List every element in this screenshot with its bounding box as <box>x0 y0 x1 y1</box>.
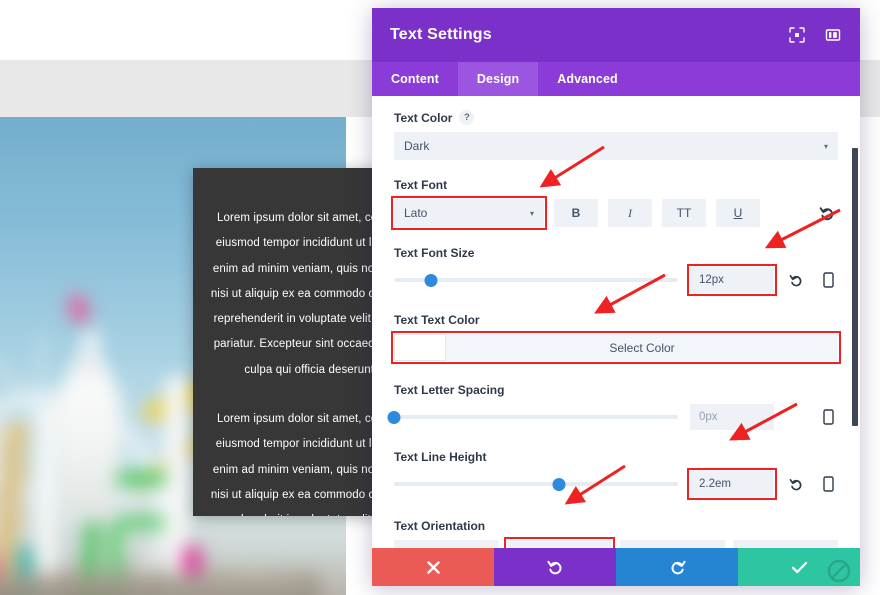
text-orientation-options <box>394 537 838 548</box>
text-text-color-label: Text Text Color <box>394 313 480 327</box>
text-text-color-picker[interactable]: Select Color <box>391 331 841 364</box>
text-font-size-input[interactable]: 12px <box>687 264 777 296</box>
align-right-icon[interactable] <box>620 540 725 548</box>
white-flag-icon <box>84 330 98 350</box>
text-settings-modal: Text Settings Content Design Advanced Te… <box>372 8 860 586</box>
undo-icon <box>546 560 561 574</box>
pink-flag-icon <box>67 293 90 323</box>
text-letter-spacing-slider[interactable] <box>387 410 678 424</box>
mobile-icon[interactable] <box>818 269 838 291</box>
text-color-select[interactable]: Dark ▾ <box>394 132 838 160</box>
reset-icon[interactable] <box>816 202 838 224</box>
field-text-letter-spacing: Text Letter Spacing 0px <box>387 383 838 430</box>
mobile-icon[interactable] <box>818 473 838 495</box>
redo-button[interactable] <box>616 548 738 586</box>
modal-header: Text Settings <box>372 8 860 62</box>
uppercase-button[interactable]: TT <box>662 199 706 227</box>
align-left-icon[interactable] <box>394 540 499 548</box>
modal-title: Text Settings <box>390 26 492 43</box>
cancel-button[interactable] <box>372 548 494 586</box>
text-letter-spacing-input[interactable]: 0px <box>690 404 774 430</box>
text-font-size-slider[interactable] <box>394 273 678 287</box>
text-line-height-slider[interactable] <box>394 477 678 491</box>
align-center-icon[interactable] <box>504 537 615 548</box>
select-color-button[interactable]: Select Color <box>446 334 838 361</box>
modal-header-icons <box>788 26 842 44</box>
check-icon <box>791 561 807 573</box>
reset-icon[interactable] <box>786 269 806 291</box>
text-font-select[interactable]: Lato ▾ <box>391 196 547 230</box>
slider-track <box>394 415 678 419</box>
modal-scrollbar[interactable] <box>852 148 858 426</box>
text-font-size-label: Text Font Size <box>394 246 475 260</box>
text-letter-spacing-label: Text Letter Spacing <box>394 383 505 397</box>
chevron-down-icon: ▾ <box>529 208 534 218</box>
field-text-line-height: Text Line Height 2.2em <box>394 450 838 500</box>
text-letter-spacing-controls: 0px <box>387 404 838 430</box>
italic-button[interactable]: I <box>608 199 652 227</box>
close-icon <box>426 560 440 574</box>
text-line-height-label: Text Line Height <box>394 450 487 464</box>
modal-tab-bar: Content Design Advanced <box>372 62 860 96</box>
underline-button[interactable]: U <box>716 199 760 227</box>
text-orientation-label: Text Orientation <box>394 519 486 533</box>
slider-thumb[interactable] <box>424 273 438 287</box>
field-text-orientation: Text Orientation <box>394 519 838 548</box>
field-text-font: Text Font Lato ▾ B I TT U <box>391 178 838 230</box>
mobile-icon[interactable] <box>818 406 838 428</box>
reset-icon[interactable] <box>786 473 806 495</box>
text-font-controls: Lato ▾ B I TT U <box>391 196 838 230</box>
color-swatch[interactable] <box>394 334 446 361</box>
text-line-height-controls: 2.2em <box>394 468 838 500</box>
focus-frame-icon[interactable] <box>788 26 806 44</box>
split-layout-icon[interactable] <box>824 26 842 44</box>
field-text-text-color: Text Text Color Select Color <box>391 313 841 364</box>
redo-icon <box>671 560 686 574</box>
align-justify-icon[interactable] <box>733 540 838 548</box>
text-font-label: Text Font <box>394 178 448 192</box>
text-line-height-input[interactable]: 2.2em <box>687 468 777 500</box>
help-icon[interactable]: ? <box>459 110 475 125</box>
modal-body: Text Color ? Dark ▾ Text Font Lato ▾ B I… <box>372 96 860 548</box>
slider-thumb[interactable] <box>552 477 566 491</box>
tab-design[interactable]: Design <box>457 62 539 96</box>
modal-footer <box>372 548 860 586</box>
text-font-value: Lato <box>404 206 428 220</box>
slider-track <box>394 482 678 486</box>
field-text-font-size: Text Font Size 12px <box>394 246 838 296</box>
bold-button[interactable]: B <box>554 199 598 227</box>
slider-thumb[interactable] <box>387 410 401 424</box>
text-color-value: Dark <box>404 139 430 153</box>
save-button[interactable] <box>738 548 860 586</box>
text-color-label: Text Color <box>394 110 453 125</box>
field-text-color: Text Color ? Dark ▾ <box>394 110 838 160</box>
support-pole <box>38 407 57 595</box>
ground-strip <box>0 573 320 595</box>
text-font-size-controls: 12px <box>394 264 838 296</box>
text-color-label-row: Text Color ? <box>394 110 838 125</box>
tab-advanced[interactable]: Advanced <box>538 62 637 96</box>
undo-button[interactable] <box>494 548 616 586</box>
tab-content[interactable]: Content <box>372 62 458 96</box>
chevron-down-icon: ▾ <box>823 141 828 151</box>
